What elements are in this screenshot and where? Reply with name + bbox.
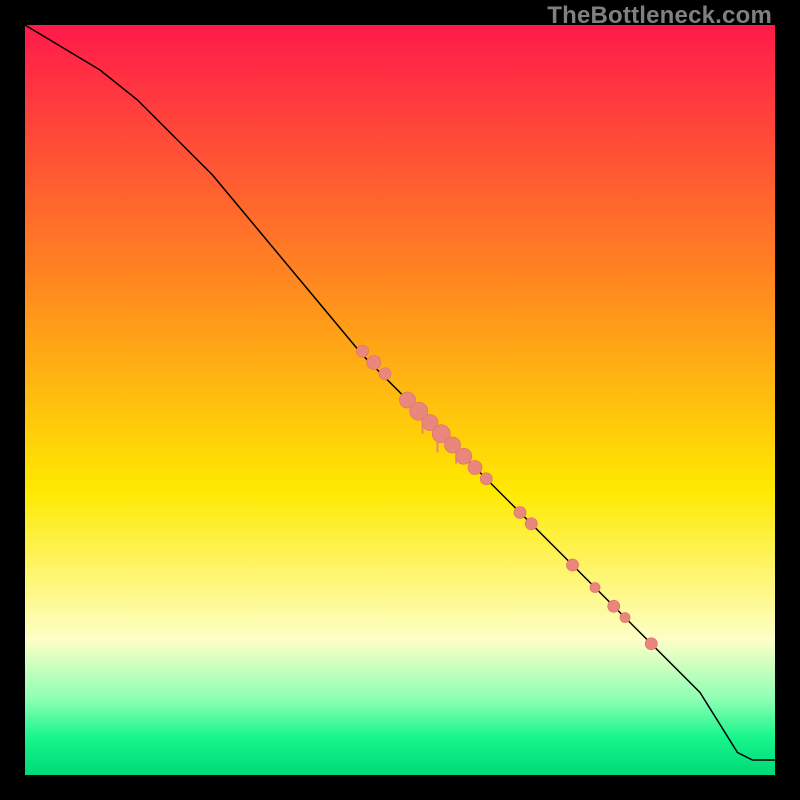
data-marker xyxy=(620,613,630,623)
data-marker xyxy=(514,507,526,519)
data-marker xyxy=(357,345,369,357)
data-marker xyxy=(590,583,600,593)
chart-overlay xyxy=(25,25,775,775)
data-markers xyxy=(357,345,658,650)
data-marker xyxy=(480,473,492,485)
data-marker xyxy=(367,356,381,370)
data-marker xyxy=(525,518,537,530)
bottleneck-curve xyxy=(25,25,775,760)
data-marker xyxy=(468,461,482,475)
data-marker xyxy=(608,600,620,612)
data-marker xyxy=(567,559,579,571)
data-marker xyxy=(645,638,657,650)
data-marker xyxy=(379,368,391,380)
data-marker xyxy=(456,448,472,464)
